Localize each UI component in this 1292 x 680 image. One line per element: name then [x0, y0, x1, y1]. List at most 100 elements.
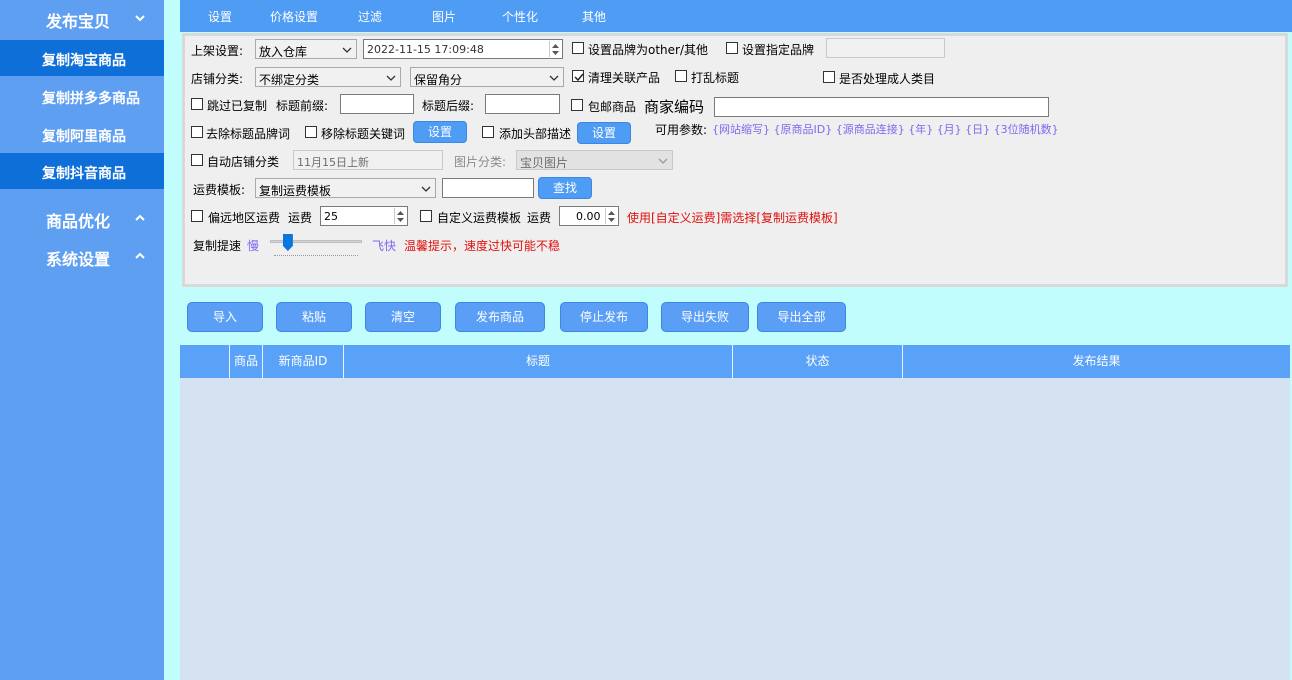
free-shipping-checkbox[interactable] — [571, 99, 583, 111]
tab-personalize[interactable]: 个性化 — [502, 8, 538, 25]
nav-section-optimize[interactable]: 商品优化 — [0, 200, 164, 236]
chevron-down-icon — [386, 75, 396, 81]
column-header-result[interactable]: 发布结果 — [903, 345, 1290, 378]
freight-search-button[interactable]: 查找 — [538, 177, 592, 199]
tab-price-settings[interactable]: 价格设置 — [270, 8, 318, 25]
sidebar-item-label: 复制阿里商品 — [42, 129, 126, 145]
column-header-new-id[interactable]: 新商品ID — [263, 345, 344, 378]
merchant-code-input[interactable] — [714, 97, 1049, 117]
nav-section-label: 系统设置 — [46, 250, 111, 269]
chevron-down-icon — [342, 47, 352, 53]
brand-specific-checkbox[interactable] — [726, 42, 738, 54]
datetime-spinner[interactable] — [549, 41, 561, 57]
remote-fee-field[interactable]: 25 — [320, 206, 408, 226]
column-header-product[interactable]: 商品 — [230, 345, 263, 378]
remote-fee-spinner[interactable] — [394, 208, 406, 224]
tab-other[interactable]: 其他 — [582, 8, 606, 25]
sidebar-item-copy-ali[interactable]: 复制阿里商品 — [0, 116, 164, 152]
column-header-title[interactable]: 标题 — [344, 345, 733, 378]
adult-category-checkbox[interactable] — [823, 71, 835, 83]
params-label: 可用参数: — [655, 123, 708, 137]
add-header-checkbox[interactable] — [482, 126, 494, 138]
sidebar-item-copy-taobao[interactable]: 复制淘宝商品 — [0, 40, 164, 76]
remove-brand-checkbox[interactable] — [191, 126, 203, 138]
custom-fee-spinner[interactable] — [605, 208, 617, 224]
clean-related-checkbox[interactable] — [572, 70, 584, 82]
tab-images[interactable]: 图片 — [432, 8, 456, 25]
brand-specific-input[interactable] — [826, 38, 945, 58]
params-value: {网站缩写} {原商品ID} {源商品连接} {年} {月} {日} {3位随机… — [712, 123, 1059, 136]
nav-section-label: 商品优化 — [46, 212, 111, 231]
stop-publish-button[interactable]: 停止发布 — [560, 302, 648, 332]
chevron-down-icon — [658, 158, 668, 164]
add-header-settings-button[interactable]: 设置 — [577, 122, 631, 144]
brand-other-label: 设置品牌为other/其他 — [588, 43, 709, 57]
column-header-select[interactable] — [180, 345, 230, 378]
sidebar-item-copy-pdd[interactable]: 复制拼多多商品 — [0, 78, 164, 114]
nav-section-publish[interactable]: 发布宝贝 — [0, 0, 164, 36]
slider-thumb[interactable] — [282, 234, 293, 251]
shuffle-title-checkbox[interactable] — [675, 70, 687, 82]
auto-category-value: 11月15日上新 — [297, 156, 369, 169]
spin-down-icon — [608, 218, 615, 222]
title-prefix-input[interactable] — [340, 94, 414, 114]
custom-fee-label: 运费 — [527, 211, 552, 225]
title-suffix-input[interactable] — [485, 94, 560, 114]
sidebar-item-copy-douyin[interactable]: 复制抖音商品 — [0, 153, 164, 189]
shop-category-value: 不绑定分类 — [259, 73, 320, 87]
auto-category-checkbox[interactable] — [191, 154, 203, 166]
freight-select[interactable]: 复制运费模板 — [255, 178, 436, 198]
clear-button[interactable]: 清空 — [365, 302, 441, 332]
free-shipping-label: 包邮商品 — [588, 100, 637, 114]
sidebar-item-label: 复制淘宝商品 — [42, 53, 126, 69]
freight-search-input[interactable] — [442, 178, 534, 198]
shelf-label: 上架设置: — [191, 44, 244, 58]
title-suffix-label: 标题后缀: — [422, 99, 475, 113]
title-prefix-label: 标题前缀: — [276, 99, 329, 113]
brand-specific-label: 设置指定品牌 — [742, 43, 815, 57]
spin-up-icon — [608, 211, 615, 215]
auto-category-input[interactable]: 11月15日上新 — [293, 150, 443, 170]
tab-filter[interactable]: 过滤 — [358, 8, 382, 25]
custom-fee-field[interactable]: 0.00 — [559, 206, 619, 226]
paste-button[interactable]: 粘贴 — [276, 302, 352, 332]
shelf-datetime-field[interactable]: 2022-11-15 17:09:48 — [363, 39, 563, 59]
import-button[interactable]: 导入 — [187, 302, 263, 332]
shelf-select[interactable]: 放入仓库 — [255, 39, 357, 59]
tab-settings[interactable]: 设置 — [208, 8, 232, 25]
adult-category-label: 是否处理成人类目 — [839, 72, 936, 86]
speed-fast-label: 飞快 — [372, 239, 397, 253]
skip-copied-checkbox[interactable] — [191, 98, 203, 110]
remote-fee-label: 运费 — [288, 211, 313, 225]
shelf-select-value: 放入仓库 — [259, 45, 308, 59]
sidebar: 发布宝贝 复制淘宝商品 复制拼多多商品 复制阿里商品 复制抖音商品 商品优化 系… — [0, 0, 164, 680]
decimal-select[interactable]: 保留角分 — [410, 67, 564, 87]
remove-brand-label: 去除标题品牌词 — [206, 127, 291, 141]
speed-tip: 温馨提示，速度过快可能不稳 — [404, 239, 561, 253]
slider-ticks — [274, 252, 358, 256]
remote-freight-checkbox[interactable] — [191, 210, 203, 222]
brand-other-checkbox[interactable] — [572, 42, 584, 54]
nav-section-system[interactable]: 系统设置 — [0, 238, 164, 274]
chevron-down-icon — [421, 186, 431, 192]
publish-button[interactable]: 发布商品 — [455, 302, 545, 332]
sidebar-item-label: 复制拼多多商品 — [42, 91, 140, 107]
custom-freight-note: 使用[自定义运费]需选择[复制运费模板] — [627, 211, 838, 225]
skip-copied-label: 跳过已复制 — [207, 99, 268, 113]
remove-keywords-settings-button[interactable]: 设置 — [413, 121, 467, 143]
remove-keywords-checkbox[interactable] — [305, 126, 317, 138]
chevron-down-icon — [549, 75, 559, 81]
custom-fee-value: 0.00 — [576, 210, 601, 223]
shop-category-select[interactable]: 不绑定分类 — [255, 67, 401, 87]
export-all-button[interactable]: 导出全部 — [757, 302, 846, 332]
spin-up-icon — [552, 44, 559, 48]
image-category-select[interactable]: 宝贝图片 — [516, 150, 673, 170]
chevron-up-icon — [135, 252, 145, 259]
decimal-select-value: 保留角分 — [414, 73, 463, 87]
image-category-value: 宝贝图片 — [520, 156, 569, 170]
speed-slider[interactable] — [268, 232, 364, 262]
custom-freight-checkbox[interactable] — [420, 210, 432, 222]
column-header-status[interactable]: 状态 — [733, 345, 903, 378]
settings-panel: 上架设置: 放入仓库 2022-11-15 17:09:48 设置品牌为othe… — [182, 33, 1288, 287]
export-failed-button[interactable]: 导出失败 — [661, 302, 749, 332]
